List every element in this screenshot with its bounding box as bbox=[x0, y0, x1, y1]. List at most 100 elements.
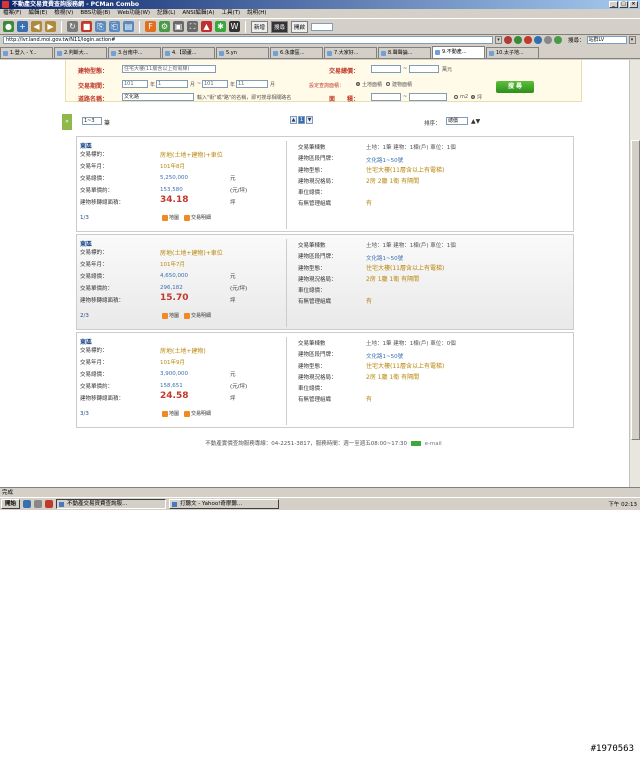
toolbar-input[interactable] bbox=[311, 22, 334, 31]
url-dropdown[interactable]: ▾ bbox=[495, 36, 502, 44]
count-label: 交易筆棟數 bbox=[298, 341, 326, 347]
menu-bbs[interactable]: BBS功能(B) bbox=[80, 9, 110, 18]
reload-icon[interactable]: ↻ bbox=[67, 21, 78, 32]
copy-icon[interactable]: ⎘ bbox=[95, 21, 106, 32]
radio-land-area[interactable] bbox=[356, 82, 360, 86]
star-icon[interactable]: ✱ bbox=[215, 21, 226, 32]
forward-icon[interactable]: ▶ bbox=[45, 21, 56, 32]
building-type-select[interactable]: 住宅大樓(11層含以上有電梯) bbox=[122, 65, 216, 73]
maximize-button[interactable]: □ bbox=[619, 1, 628, 8]
price-max-input[interactable] bbox=[409, 65, 439, 73]
search-engine-dropdown[interactable]: ▾ bbox=[628, 36, 636, 44]
download-icon[interactable] bbox=[554, 36, 562, 44]
menu-help[interactable]: 說明(H) bbox=[247, 9, 266, 18]
year-from-select[interactable]: 101 bbox=[122, 80, 148, 88]
open-button[interactable]: 開啟 bbox=[291, 20, 309, 33]
month-from-select[interactable]: 1 bbox=[156, 80, 188, 88]
radio-land-label: 土地面積 bbox=[362, 82, 383, 88]
close-button[interactable]: × bbox=[629, 1, 638, 8]
detail-link[interactable]: 交易明細 bbox=[184, 214, 211, 221]
menu-ansi[interactable]: ANSI編輯(A) bbox=[182, 9, 214, 18]
go-icon[interactable] bbox=[514, 36, 522, 44]
email-link[interactable]: e-mail bbox=[425, 441, 442, 447]
minimize-button[interactable]: _ bbox=[609, 1, 618, 8]
taskbar-item-yahoo[interactable]: 打聽文 - Yahoo!奇摩聽... bbox=[169, 499, 280, 509]
area-setting-label: 設定查詢面積： bbox=[309, 83, 345, 89]
taskbar-item-browser[interactable]: 不動產交易資費查詢服... bbox=[56, 499, 167, 509]
font-icon[interactable]: F bbox=[145, 21, 156, 32]
map-icon bbox=[162, 312, 168, 319]
current-page[interactable]: 1 bbox=[298, 116, 305, 124]
road-input[interactable]: 文化路 bbox=[122, 93, 194, 101]
search-input[interactable]: 站群LV bbox=[586, 36, 627, 44]
sort-direction-toggle[interactable]: ▲▼ bbox=[471, 118, 480, 125]
next-page-button[interactable]: ▼ bbox=[306, 116, 313, 124]
detail-link[interactable]: 交易明細 bbox=[184, 312, 211, 319]
favorites-icon[interactable] bbox=[534, 36, 542, 44]
settings-icon[interactable]: ⚙ bbox=[159, 21, 170, 32]
stop-icon[interactable]: ■ bbox=[81, 21, 92, 32]
quicklaunch-app-icon[interactable] bbox=[45, 500, 54, 508]
page-left-margin bbox=[0, 60, 57, 487]
area-max-input[interactable] bbox=[409, 93, 447, 101]
stop-nav-icon[interactable] bbox=[524, 36, 532, 44]
address-label: 建物區段門牌： bbox=[298, 352, 337, 358]
tab-1[interactable]: 1.登入 - Y... bbox=[0, 47, 53, 58]
home-icon[interactable] bbox=[504, 36, 512, 44]
area-min-input[interactable] bbox=[371, 93, 401, 101]
wikipedia-icon[interactable]: W bbox=[229, 21, 240, 32]
history-icon[interactable] bbox=[544, 36, 552, 44]
new-button[interactable]: 新增 bbox=[251, 20, 269, 33]
sort-select[interactable]: 總價 bbox=[446, 117, 468, 125]
map-link[interactable]: 地圖 bbox=[162, 312, 179, 319]
vertical-scrollbar[interactable] bbox=[629, 60, 640, 487]
fullscreen-icon[interactable]: ⛶ bbox=[187, 21, 198, 32]
tab-7[interactable]: 7.大家好... bbox=[324, 47, 377, 58]
map-link[interactable]: 地圖 bbox=[162, 410, 179, 417]
tab-9-active[interactable]: 9.不動產... bbox=[432, 46, 485, 58]
month-to-select[interactable]: 11 bbox=[236, 80, 268, 88]
paste-icon[interactable]: ⎗ bbox=[109, 21, 120, 32]
tab-6[interactable]: 6.永康區... bbox=[270, 47, 323, 58]
prev-page-button[interactable]: ▲ bbox=[290, 116, 297, 124]
radio-ping[interactable] bbox=[471, 95, 475, 99]
tab-2[interactable]: 2.判斷大... bbox=[54, 47, 107, 58]
search-submit-button[interactable]: 搜 尋 bbox=[496, 81, 534, 93]
menu-log[interactable]: 記錄(L) bbox=[157, 9, 175, 18]
price-min-input[interactable] bbox=[371, 65, 401, 73]
menu-tools[interactable]: 工具(T) bbox=[221, 9, 240, 18]
new-tab-icon[interactable]: + bbox=[17, 21, 28, 32]
menu-web[interactable]: Web功能(W) bbox=[117, 9, 150, 18]
tab-4[interactable]: 4.【頭蘆... bbox=[162, 47, 215, 58]
back-icon[interactable]: ◀ bbox=[31, 21, 42, 32]
radio-building-area[interactable] bbox=[386, 82, 390, 86]
tab-3[interactable]: 3.台南中... bbox=[108, 47, 161, 58]
count-label: 交易筆棟數 bbox=[298, 243, 326, 249]
year-to-select[interactable]: 101 bbox=[202, 80, 228, 88]
menu-view[interactable]: 檢視(V) bbox=[54, 9, 73, 18]
clipboard-icon[interactable]: ▤ bbox=[123, 21, 134, 32]
start-button[interactable]: 開始 bbox=[1, 499, 21, 509]
search-filter-panel: 建物型態： 住宅大樓(11層含以上有電梯) 交易總價： ~ 萬元 交易期間： 1… bbox=[65, 60, 582, 103]
url-field[interactable]: http://lvr.land.moi.gov.tw/N11/login.act… bbox=[3, 36, 493, 44]
connect-icon[interactable]: ● bbox=[3, 21, 14, 32]
collapse-sidebar-tab[interactable]: » bbox=[62, 114, 72, 130]
red-flag-icon[interactable]: ▲ bbox=[201, 21, 212, 32]
map-link[interactable]: 地圖 bbox=[162, 214, 179, 221]
quicklaunch-ie-icon[interactable] bbox=[23, 500, 32, 508]
radio-m2[interactable] bbox=[454, 95, 458, 99]
listing-total-label: 交易總價： bbox=[80, 274, 108, 280]
tab-5[interactable]: 5.yn bbox=[216, 47, 269, 58]
menu-file[interactable]: 檔案(F) bbox=[3, 9, 21, 18]
menu-edit[interactable]: 編輯(E) bbox=[28, 9, 47, 18]
result-range-select[interactable]: 1~3 bbox=[82, 117, 102, 125]
scrollbar-thumb[interactable] bbox=[631, 140, 640, 440]
quicklaunch-desktop-icon[interactable] bbox=[34, 500, 43, 508]
screen-icon[interactable]: ▣ bbox=[173, 21, 184, 32]
tab-10[interactable]: 10.太子地... bbox=[486, 47, 539, 58]
listing-area-label: 建物移轉總面積： bbox=[80, 200, 125, 206]
search-button-toolbar[interactable]: 搜尋 bbox=[271, 20, 289, 33]
detail-link[interactable]: 交易明細 bbox=[184, 410, 211, 417]
tab-8[interactable]: 8.聲聲論... bbox=[378, 47, 431, 58]
listing-layout: 2房 1廳 1衛 有隔間 bbox=[366, 374, 420, 381]
